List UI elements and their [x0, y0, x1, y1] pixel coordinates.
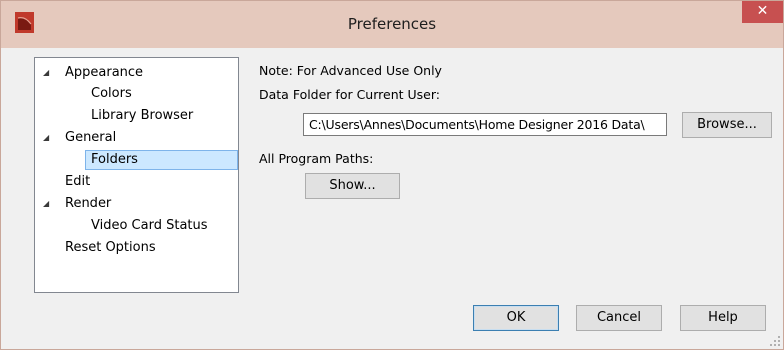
expanded-arrow-icon[interactable]: ◢: [43, 62, 49, 83]
cancel-button[interactable]: Cancel: [576, 305, 662, 331]
category-tree[interactable]: ◢ Appearance Colors Library Browser ◢ Ge…: [34, 57, 239, 293]
tree-item-video-card-status[interactable]: Video Card Status: [91, 215, 208, 236]
tree-item-library-browser[interactable]: Library Browser: [91, 105, 193, 126]
tree-item-label: Reset Options: [65, 240, 156, 255]
tree-item-label: Render: [65, 196, 112, 211]
title-bar[interactable]: Preferences ✕: [1, 1, 783, 48]
window-title: Preferences: [347, 15, 437, 33]
tree-item-folders[interactable]: Folders: [91, 149, 138, 170]
data-folder-label: Data Folder for Current User:: [259, 87, 440, 102]
tree-item-edit[interactable]: Edit: [65, 171, 90, 192]
tree-item-label: Colors: [91, 86, 132, 101]
expanded-arrow-icon[interactable]: ◢: [43, 127, 49, 148]
tree-item-label: Appearance: [65, 65, 144, 80]
ok-button[interactable]: OK: [473, 305, 559, 331]
close-icon: ✕: [756, 3, 769, 19]
tree-item-label: Library Browser: [91, 108, 194, 123]
data-folder-path-value: C:\Users\Annes\Documents\Home Designer 2…: [309, 117, 645, 132]
tree-item-colors[interactable]: Colors: [91, 83, 132, 104]
preferences-dialog: Preferences ✕ ◢ Appearance Colors Librar…: [0, 0, 784, 350]
tree-item-label: Video Card Status: [91, 218, 208, 233]
close-button[interactable]: ✕: [742, 1, 783, 23]
data-folder-path-field[interactable]: C:\Users\Annes\Documents\Home Designer 2…: [303, 113, 667, 136]
help-button[interactable]: Help: [680, 305, 766, 331]
tree-item-label: Edit: [65, 174, 91, 189]
expanded-arrow-icon[interactable]: ◢: [43, 193, 49, 214]
tree-item-reset-options[interactable]: Reset Options: [65, 237, 156, 258]
show-paths-button[interactable]: Show...: [305, 173, 400, 199]
resize-grip-icon[interactable]: [769, 335, 781, 347]
browse-button[interactable]: Browse...: [682, 112, 772, 138]
tree-item-label: General: [65, 130, 117, 145]
program-paths-label: All Program Paths:: [259, 151, 374, 166]
advanced-use-note: Note: For Advanced Use Only: [259, 63, 442, 78]
tree-item-label: Folders: [91, 152, 138, 167]
